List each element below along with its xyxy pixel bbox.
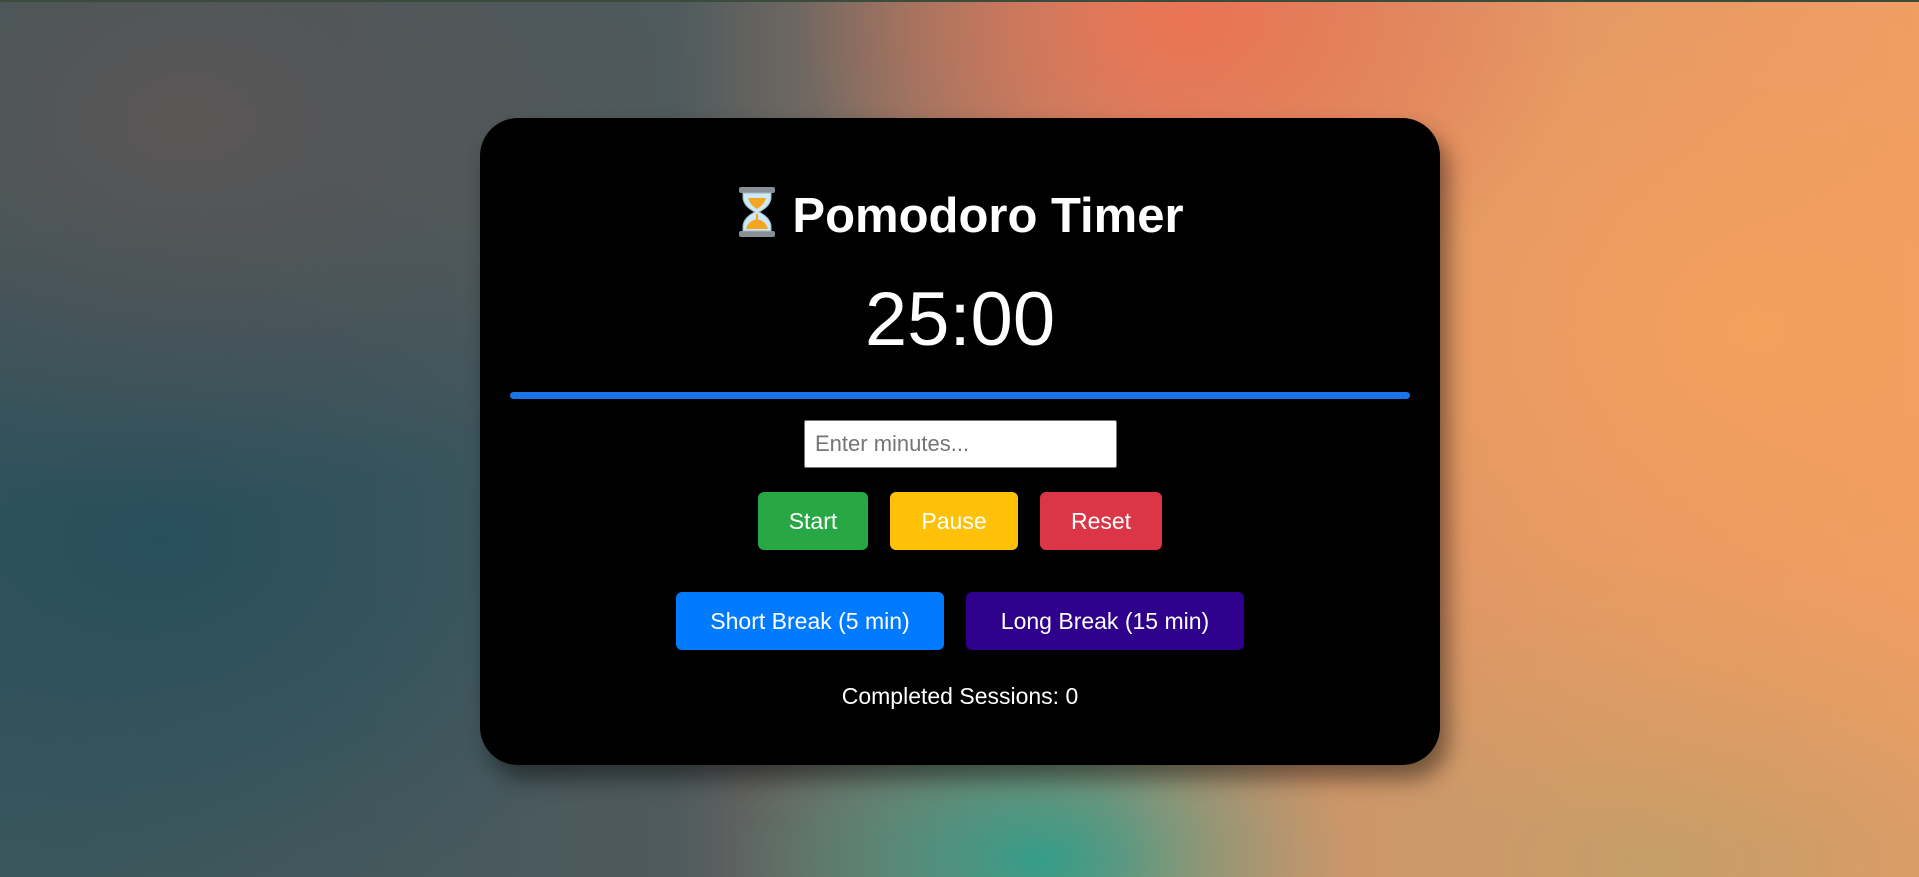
- app-title-text: Pomodoro Timer: [792, 189, 1184, 243]
- progress-bar-fill: [510, 392, 1410, 399]
- timer-card: Pomodoro Timer 25:00 Start Pause Reset S…: [480, 118, 1440, 765]
- short-break-button[interactable]: Short Break (5 min): [676, 592, 944, 650]
- reset-button[interactable]: Reset: [1040, 492, 1162, 550]
- completed-sessions-counter: Completed Sessions: 0: [841, 683, 1079, 709]
- page-title: Pomodoro Timer: [480, 186, 1440, 244]
- long-break-button[interactable]: Long Break (15 min): [966, 592, 1244, 650]
- minutes-input[interactable]: [804, 420, 1117, 468]
- progress-bar: [510, 392, 1410, 399]
- pause-button[interactable]: Pause: [890, 492, 1018, 550]
- hourglass-icon: [736, 186, 778, 238]
- start-button[interactable]: Start: [758, 492, 868, 550]
- timer-display: 25:00: [864, 277, 1056, 362]
- top-border: [0, 0, 1919, 2]
